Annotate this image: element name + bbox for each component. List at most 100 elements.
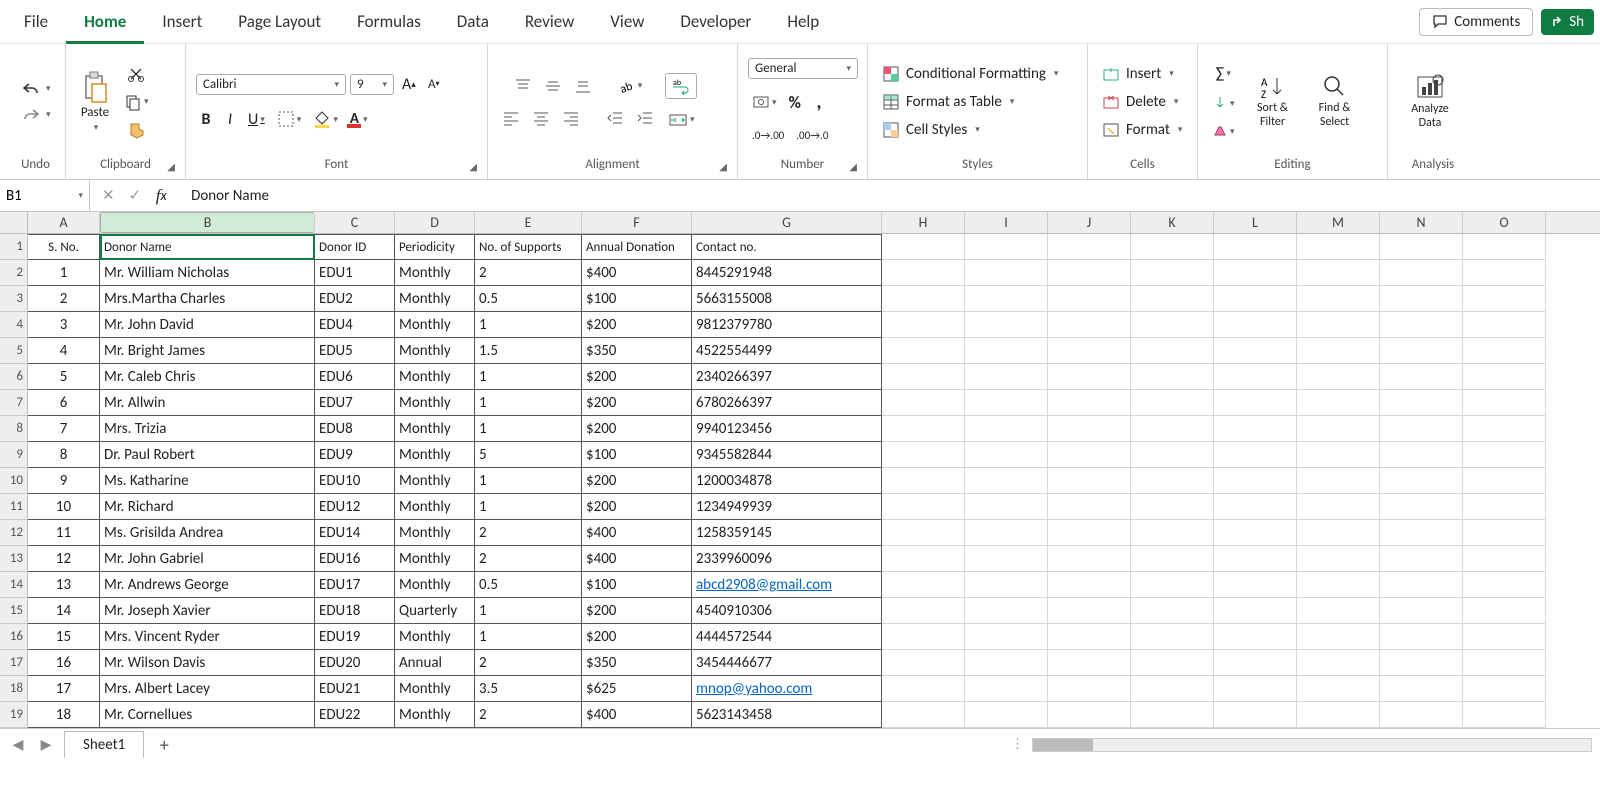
cell[interactable]: Mr. John Gabriel <box>100 546 315 572</box>
cell[interactable] <box>965 234 1048 260</box>
cell[interactable] <box>1380 286 1463 312</box>
cell[interactable] <box>1048 260 1131 286</box>
cell[interactable]: 10 <box>28 494 100 520</box>
cell[interactable]: EDU7 <box>315 390 395 416</box>
sort-filter-button[interactable]: AZ Sort & Filter <box>1245 72 1301 130</box>
cell[interactable] <box>1214 338 1297 364</box>
cell[interactable]: EDU5 <box>315 338 395 364</box>
cell[interactable] <box>1131 546 1214 572</box>
cell[interactable]: 0.5 <box>475 286 582 312</box>
font-name-select[interactable]: Calibri▾ <box>196 74 346 95</box>
cell[interactable]: Monthly <box>395 520 475 546</box>
cell[interactable] <box>1214 546 1297 572</box>
cell[interactable] <box>1048 598 1131 624</box>
cell[interactable] <box>1297 546 1380 572</box>
cell[interactable] <box>1048 624 1131 650</box>
cell[interactable] <box>1048 572 1131 598</box>
cell[interactable]: Monthly <box>395 416 475 442</box>
number-format-select[interactable]: General▾ <box>748 58 858 79</box>
cell[interactable]: 3.5 <box>475 676 582 702</box>
cell[interactable] <box>1463 702 1546 728</box>
cell[interactable] <box>1214 468 1297 494</box>
cell[interactable]: $200 <box>582 312 692 338</box>
cell[interactable] <box>1214 520 1297 546</box>
cell[interactable]: Periodicity <box>395 234 475 260</box>
cell[interactable] <box>965 520 1048 546</box>
cell[interactable] <box>882 364 965 390</box>
cell[interactable] <box>1048 676 1131 702</box>
cell[interactable] <box>1131 676 1214 702</box>
cell[interactable]: $625 <box>582 676 692 702</box>
cell[interactable] <box>1297 468 1380 494</box>
cell[interactable] <box>965 468 1048 494</box>
font-size-select[interactable]: 9▾ <box>350 74 394 95</box>
cell[interactable]: 2 <box>475 520 582 546</box>
cell[interactable]: Mr. Joseph Xavier <box>100 598 315 624</box>
cell[interactable]: Monthly <box>395 676 475 702</box>
cell[interactable]: Ms. Grisilda Andrea <box>100 520 315 546</box>
increase-decimal-button[interactable]: .0→.00 <box>748 125 788 145</box>
row-header[interactable]: 7 <box>0 390 28 416</box>
cell[interactable] <box>1380 494 1463 520</box>
cell[interactable]: 5623143458 <box>692 702 882 728</box>
cell[interactable]: 4 <box>28 338 100 364</box>
comma-button[interactable]: , <box>809 87 829 117</box>
bold-button[interactable]: B <box>196 107 216 132</box>
cell[interactable] <box>882 598 965 624</box>
cell[interactable] <box>1131 390 1214 416</box>
cell[interactable] <box>1380 234 1463 260</box>
cell[interactable] <box>1214 442 1297 468</box>
column-header-O[interactable]: O <box>1463 212 1546 233</box>
cell[interactable] <box>1131 650 1214 676</box>
cell[interactable] <box>1463 286 1546 312</box>
align-bottom-button[interactable] <box>570 75 596 97</box>
menu-tab-insert[interactable]: Insert <box>144 0 220 44</box>
cell[interactable] <box>1048 390 1131 416</box>
cell[interactable] <box>1380 650 1463 676</box>
cell[interactable] <box>1463 416 1546 442</box>
cell[interactable] <box>1048 546 1131 572</box>
cell[interactable]: 8 <box>28 442 100 468</box>
cell[interactable]: 9345582844 <box>692 442 882 468</box>
cell[interactable] <box>1297 650 1380 676</box>
font-launcher[interactable]: ◢ <box>469 160 477 173</box>
cell[interactable] <box>1297 676 1380 702</box>
cell[interactable]: 1.5 <box>475 338 582 364</box>
menu-tab-file[interactable]: File <box>6 0 66 44</box>
cell[interactable]: 3 <box>28 312 100 338</box>
clear-button[interactable]: ▾ <box>1208 120 1239 142</box>
cell[interactable]: Mr. John David <box>100 312 315 338</box>
cell[interactable]: Mr. Bright James <box>100 338 315 364</box>
cell[interactable]: $200 <box>582 598 692 624</box>
cell[interactable]: $200 <box>582 390 692 416</box>
cell[interactable]: 1 <box>475 624 582 650</box>
cell[interactable] <box>965 312 1048 338</box>
column-header-J[interactable]: J <box>1048 212 1131 233</box>
indent-button[interactable] <box>632 107 658 129</box>
cell[interactable]: $100 <box>582 286 692 312</box>
fill-button[interactable]: ▾ <box>1208 92 1239 114</box>
cell[interactable]: 6 <box>28 390 100 416</box>
cell[interactable] <box>1131 286 1214 312</box>
cell[interactable] <box>1297 312 1380 338</box>
cell[interactable] <box>1214 286 1297 312</box>
cell[interactable] <box>1131 442 1214 468</box>
cell[interactable]: EDU6 <box>315 364 395 390</box>
cell[interactable]: Mrs.Martha Charles <box>100 286 315 312</box>
cell-reference-input[interactable] <box>6 187 66 205</box>
cell[interactable] <box>1214 260 1297 286</box>
column-header-L[interactable]: L <box>1214 212 1297 233</box>
cell[interactable]: Monthly <box>395 286 475 312</box>
cell[interactable]: EDU14 <box>315 520 395 546</box>
cell[interactable]: 5663155008 <box>692 286 882 312</box>
column-header-E[interactable]: E <box>475 212 582 233</box>
cell[interactable] <box>965 702 1048 728</box>
cell[interactable] <box>1214 416 1297 442</box>
cell[interactable]: 7 <box>28 416 100 442</box>
cell[interactable]: abcd2908@gmail.com <box>692 572 882 598</box>
delete-cells-button[interactable]: Delete▾ <box>1098 91 1182 113</box>
cell[interactable] <box>1297 416 1380 442</box>
cell[interactable] <box>882 702 965 728</box>
cell[interactable]: 18 <box>28 702 100 728</box>
percent-button[interactable]: % <box>785 89 805 116</box>
